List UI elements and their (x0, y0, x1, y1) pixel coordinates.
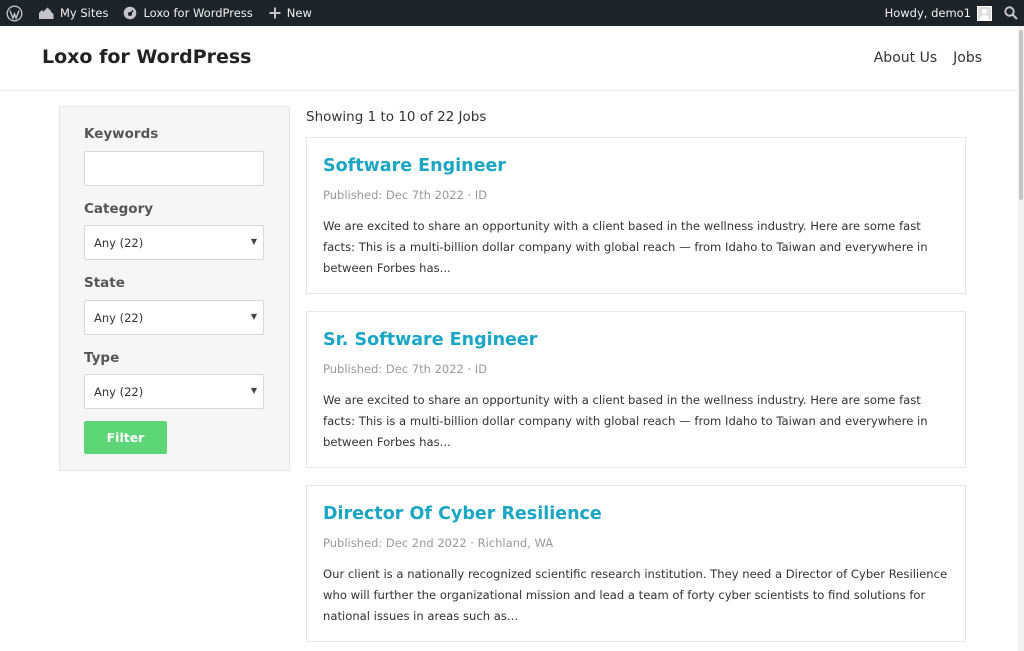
my-sites-icon (39, 7, 54, 19)
state-select-value: Any (22) (94, 310, 144, 325)
category-label: Category (84, 201, 154, 217)
admin-search[interactable] (996, 0, 1024, 26)
results-count: Showing 1 to 10 of 22 Jobs (306, 109, 487, 125)
keywords-label: Keywords (84, 126, 159, 142)
job-card: Sr. Software Engineer Published: Dec 7th… (306, 311, 966, 468)
category-select[interactable]: Any (22) ▼ (84, 225, 264, 260)
my-sites-label: My Sites (60, 6, 109, 20)
filter-button[interactable]: Filter (84, 421, 167, 454)
new-label: New (286, 6, 312, 20)
wp-admin-bar: My Sites Loxo for WordPress New Howdy, d… (0, 0, 1024, 26)
wordpress-logo-icon (6, 5, 23, 21)
job-card: Director Of Cyber Resilience Published: … (306, 485, 966, 642)
site-name-menu[interactable]: Loxo for WordPress (115, 0, 259, 26)
search-icon (1004, 6, 1018, 20)
site-name-label: Loxo for WordPress (143, 6, 253, 20)
job-card: Software Engineer Published: Dec 7th 202… (306, 137, 966, 294)
primary-nav: About Us Jobs (874, 50, 982, 66)
job-meta: Published: Dec 7th 2022 · ID (323, 188, 488, 202)
job-meta: Published: Dec 2nd 2022 · Richland, WA (323, 536, 554, 550)
my-sites-menu[interactable]: My Sites (30, 0, 115, 26)
page-scrollbar[interactable] (1018, 26, 1024, 651)
account-menu[interactable]: Howdy, demo1 (878, 0, 996, 26)
wordpress-menu[interactable] (0, 0, 30, 26)
site-title[interactable]: Loxo for WordPress (42, 46, 252, 68)
avatar-icon (977, 5, 992, 21)
category-select-value: Any (22) (94, 235, 144, 250)
site-dashboard-icon (124, 6, 137, 20)
state-select[interactable]: Any (22) ▼ (84, 300, 264, 335)
plus-icon (269, 7, 281, 19)
type-label: Type (84, 350, 120, 366)
dropdown-arrow-icon: ▼ (250, 237, 257, 246)
dropdown-arrow-icon: ▼ (250, 386, 257, 395)
new-content-menu[interactable]: New (260, 0, 319, 26)
type-select-value: Any (22) (94, 384, 144, 399)
job-excerpt: Our client is a nationally recognized sc… (323, 567, 948, 623)
scrollbar-thumb[interactable] (1019, 30, 1023, 200)
howdy-label: Howdy, demo1 (884, 6, 971, 20)
job-excerpt: We are excited to share an opportunity w… (323, 219, 928, 275)
job-filter-panel: Keywords Category Any (22) ▼ State Any (… (59, 106, 290, 471)
keywords-input[interactable] (84, 151, 264, 186)
nav-about-us[interactable]: About Us (874, 50, 937, 66)
job-title-link[interactable]: Sr. Software Engineer (323, 330, 537, 350)
state-label: State (84, 275, 125, 291)
job-meta: Published: Dec 7th 2022 · ID (323, 362, 488, 376)
site-header: Loxo for WordPress About Us Jobs (0, 26, 1024, 91)
job-title-link[interactable]: Director Of Cyber Resilience (323, 504, 602, 524)
type-select[interactable]: Any (22) ▼ (84, 374, 264, 409)
nav-jobs[interactable]: Jobs (953, 50, 982, 66)
dropdown-arrow-icon: ▼ (250, 312, 257, 321)
job-title-link[interactable]: Software Engineer (323, 156, 506, 176)
job-excerpt: We are excited to share an opportunity w… (323, 393, 928, 449)
